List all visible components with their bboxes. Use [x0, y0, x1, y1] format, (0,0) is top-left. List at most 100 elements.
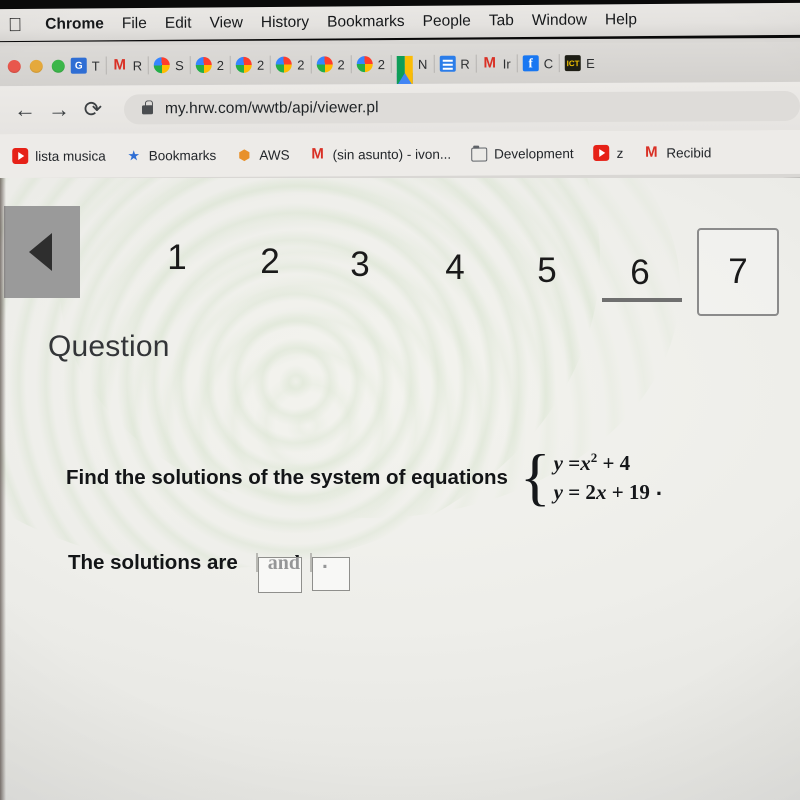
menu-item-file[interactable]: File	[113, 15, 156, 33]
tab-label: 2	[337, 56, 345, 72]
back-arrow-icon[interactable]: ←	[8, 97, 42, 122]
menu-item-edit[interactable]: Edit	[156, 15, 201, 33]
gmail-icon: M	[645, 143, 658, 161]
tab-label: T	[91, 58, 100, 74]
menu-item-chrome[interactable]: Chrome	[36, 15, 113, 34]
tab-photos-2d[interactable]: 2	[310, 49, 350, 79]
answer-field-2[interactable]	[309, 553, 350, 591]
page-number-7-current[interactable]: 7	[697, 228, 779, 316]
forward-arrow-icon[interactable]: →	[42, 97, 76, 122]
tab-label: R	[132, 57, 143, 73]
lock-icon	[141, 104, 154, 114]
answer-field-1[interactable]	[255, 553, 302, 593]
page-number-3[interactable]: 3	[338, 245, 382, 285]
reload-icon[interactable]: ⟳	[76, 97, 110, 122]
bookmark-development[interactable]: Development	[461, 145, 584, 162]
menu-item-people[interactable]: People	[414, 12, 480, 31]
bookmark-label: Development	[494, 145, 574, 162]
page-number-6[interactable]: 6	[618, 253, 662, 293]
macos-menu-bar:  Chrome File Edit View History Bookmark…	[0, 2, 800, 42]
star-icon: ★	[127, 147, 141, 164]
tab-gmail-r[interactable]: M R	[106, 50, 149, 80]
menu-item-view[interactable]: View	[200, 14, 251, 32]
system-of-equations: { y =x2 + 4 y = 2x + 19 .	[519, 441, 663, 513]
tab-photos-2a[interactable]: 2	[190, 50, 230, 80]
question-prompt-text: Find the solutions of the system of equa…	[66, 465, 508, 489]
menu-item-bookmarks[interactable]: Bookmarks	[318, 13, 414, 32]
bookmarks-bar: lista musica ★ Bookmarks ⬢ AWS M (sin as…	[0, 129, 800, 179]
menu-item-window[interactable]: Window	[523, 11, 596, 30]
answer-row: The solutions are and .	[68, 550, 350, 593]
bookmark-sin-asunto[interactable]: M (sin asunto) - ivon...	[300, 145, 462, 163]
tab-label: C	[543, 55, 554, 71]
bookmark-label: AWS	[259, 147, 290, 163]
gmail-icon: M	[483, 54, 497, 72]
page-content: 1 2 3 4 5 6 7 Question Find the solution…	[0, 178, 800, 800]
tab-photos-2e[interactable]: 2	[351, 49, 391, 79]
tab-photos-2b[interactable]: 2	[230, 50, 270, 80]
menu-item-help[interactable]: Help	[596, 11, 646, 29]
youtube-icon	[593, 144, 610, 161]
tab-label: N	[417, 56, 428, 72]
page-6-underline	[602, 298, 682, 302]
minimize-window-button[interactable]	[29, 59, 43, 73]
tab-facebook[interactable]: f C	[517, 48, 560, 78]
tab-photos-2c[interactable]: 2	[270, 49, 310, 79]
google-translate-icon: G	[70, 57, 87, 74]
tab-drive[interactable]: N	[391, 49, 434, 87]
google-photos-icon	[235, 56, 253, 73]
question-prompt-row: Find the solutions of the system of equa…	[66, 441, 663, 513]
bookmark-label: (sin asunto) - ivon...	[332, 146, 452, 162]
bookmark-recibidos[interactable]: M Recibid	[633, 143, 721, 161]
chrome-window: G T M R S 2 2 2 2 2 N R M Ir f C ICT E ←…	[0, 37, 800, 183]
tab-label: R	[460, 56, 470, 72]
url-text: my.hrw.com/wwtb/api/viewer.pl	[164, 99, 379, 118]
bookmark-aws[interactable]: ⬢ AWS	[226, 147, 299, 163]
ict-icon: ICT	[565, 55, 582, 72]
menu-item-history[interactable]: History	[252, 14, 318, 33]
apple-logo-icon[interactable]: 	[8, 14, 22, 35]
equation-second: y = 2x + 19	[553, 480, 650, 504]
page-number-label: 7	[728, 252, 748, 291]
tab-photos-s[interactable]: S	[148, 50, 190, 80]
bookmark-label: lista musica	[35, 148, 106, 164]
bookmark-lista-musica[interactable]: lista musica	[2, 147, 116, 165]
left-brace-icon: {	[519, 441, 551, 513]
bookmark-bookmarks[interactable]: ★ Bookmarks	[116, 147, 227, 164]
tab-label: S	[175, 57, 184, 73]
gmail-icon: M	[113, 56, 127, 74]
address-bar[interactable]: my.hrw.com/wwtb/api/viewer.pl	[123, 90, 800, 125]
tab-docs[interactable]: R	[433, 49, 476, 79]
maximize-window-button[interactable]	[51, 59, 65, 73]
facebook-icon: f	[522, 55, 539, 72]
tab-label: 2	[377, 56, 385, 72]
bookmark-label: Recibid	[666, 144, 712, 161]
tab-strip: G T M R S 2 2 2 2 2 N R M Ir f C ICT E	[0, 41, 800, 87]
page-number-4[interactable]: 4	[433, 248, 477, 288]
gmail-icon: M	[311, 145, 324, 163]
equations-period: .	[655, 475, 663, 500]
bookmark-label: Bookmarks	[148, 147, 217, 163]
tab-translate[interactable]: G T	[65, 51, 106, 81]
answer-prompt-text: The solutions are	[68, 551, 238, 574]
page-number-2[interactable]: 2	[248, 242, 292, 282]
tab-label: 2	[216, 57, 225, 73]
browser-toolbar: ← → ⟳ my.hrw.com/wwtb/api/viewer.pl	[0, 81, 800, 135]
close-window-button[interactable]	[7, 59, 21, 73]
tab-gmail-ir[interactable]: M Ir	[476, 48, 517, 78]
google-drive-icon	[396, 55, 414, 87]
tab-label: 2	[297, 56, 305, 73]
bookmark-label: z	[616, 145, 624, 161]
tab-label: 2	[256, 57, 265, 73]
previous-page-button[interactable]	[4, 206, 80, 298]
page-number-1[interactable]: 1	[155, 238, 199, 278]
answer-field-2-input[interactable]	[311, 557, 350, 591]
menu-item-tab[interactable]: Tab	[480, 12, 523, 30]
google-photos-icon	[276, 56, 293, 73]
tab-ict[interactable]: ICT E	[559, 48, 601, 78]
page-number-5[interactable]: 5	[525, 251, 569, 291]
bookmark-z[interactable]: z	[584, 144, 634, 161]
answer-field-1-input[interactable]	[257, 557, 302, 593]
screenshot-root:  Chrome File Edit View History Bookmark…	[0, 0, 800, 800]
pagination-bar: 1 2 3 4 5 6 7	[0, 206, 800, 316]
